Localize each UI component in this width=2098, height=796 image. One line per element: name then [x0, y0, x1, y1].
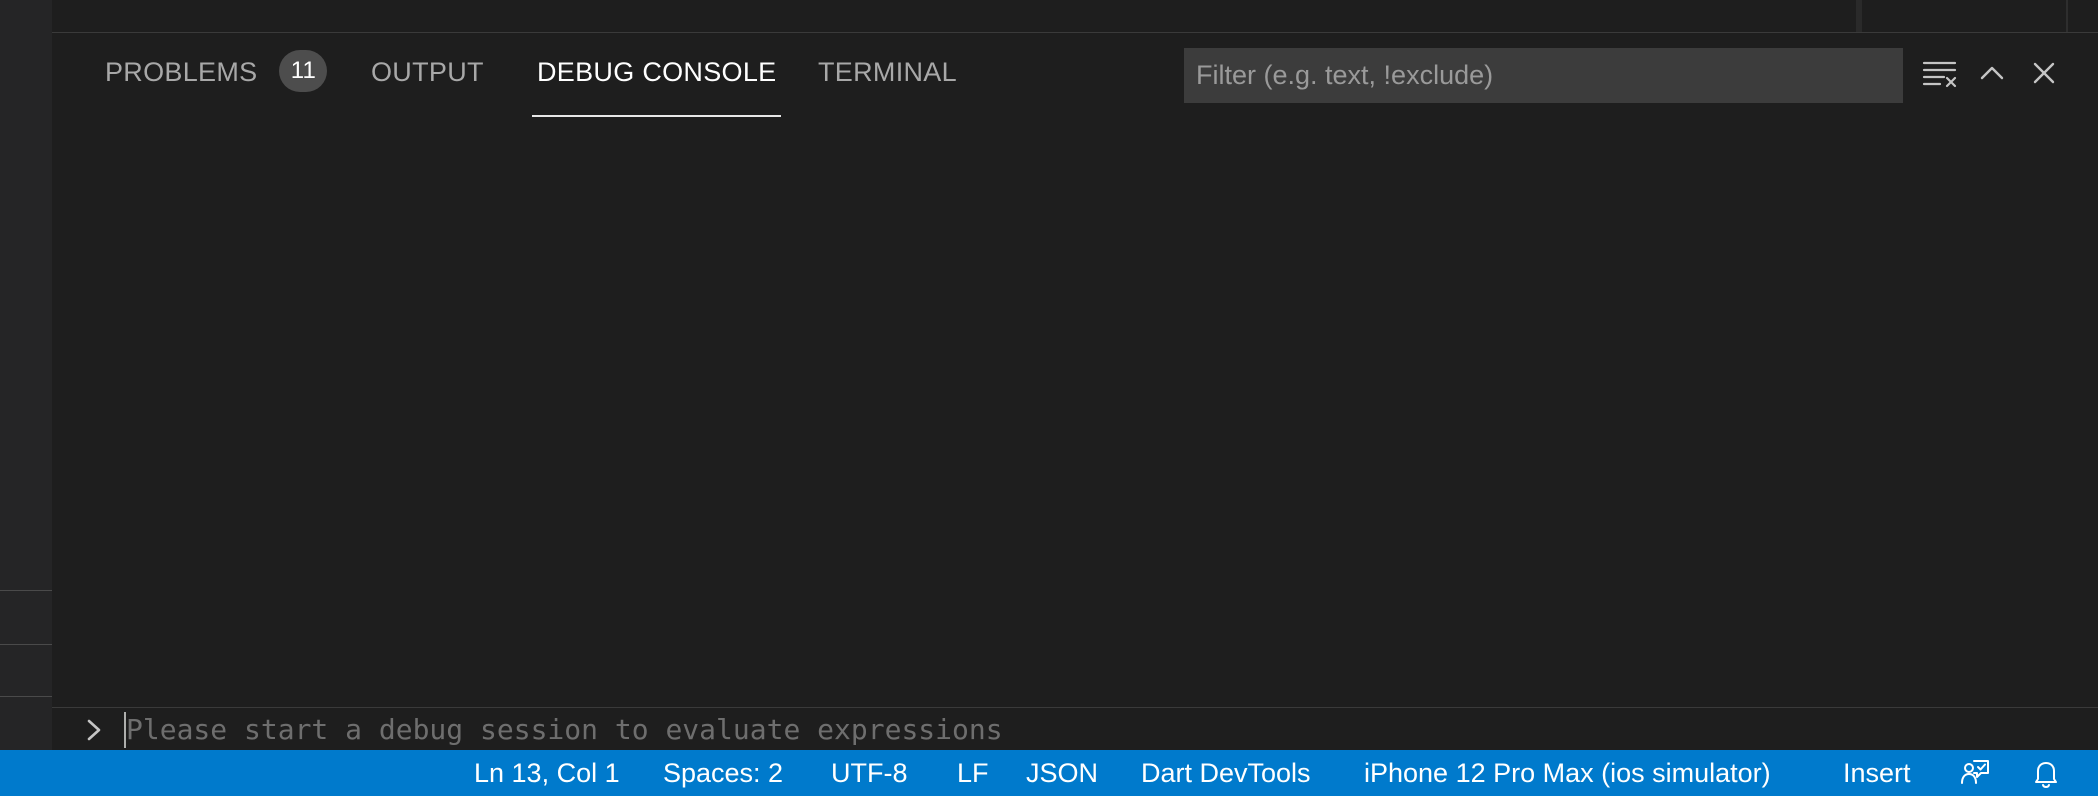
status-end-of-line[interactable]: LF: [957, 750, 989, 796]
panel-tabs: PROBLEMS 11 OUTPUT DEBUG CONSOLE TERMINAL: [52, 33, 1152, 117]
sidebar-divider: [0, 590, 52, 591]
status-cursor-position[interactable]: Ln 13, Col 1: [474, 750, 620, 796]
status-bar: Ln 13, Col 1 Spaces: 2 UTF-8 LF JSON Dar…: [0, 750, 2098, 796]
chevron-up-icon: [1980, 66, 2004, 80]
feedback-icon[interactable]: [1959, 757, 1991, 789]
sidebar-divider: [0, 696, 52, 697]
sidebar-strip: [0, 0, 53, 750]
filter-input[interactable]: [1184, 48, 1903, 103]
tab-label: PROBLEMS: [105, 57, 258, 87]
text-cursor: [124, 712, 126, 748]
editor-scrollbar[interactable]: [2066, 0, 2068, 32]
status-dart-devtools[interactable]: Dart DevTools: [1141, 750, 1311, 796]
chevron-right-icon: [87, 719, 101, 741]
status-insert-mode[interactable]: Insert: [1843, 750, 1911, 796]
status-language-mode[interactable]: JSON: [1026, 750, 1098, 796]
status-device[interactable]: iPhone 12 Pro Max (ios simulator): [1364, 750, 1771, 796]
vscode-window: PROBLEMS 11 OUTPUT DEBUG CONSOLE TERMINAL: [0, 0, 2098, 796]
problems-count-badge: 11: [279, 49, 328, 92]
tab-label: OUTPUT: [371, 57, 484, 87]
tab-output[interactable]: OUTPUT: [371, 33, 484, 117]
tab-debug-console[interactable]: DEBUG CONSOLE: [531, 33, 782, 117]
tab-label: TERMINAL: [818, 57, 957, 87]
expression-input[interactable]: [124, 708, 2026, 751]
debug-console-output[interactable]: [52, 117, 2098, 707]
tab-terminal[interactable]: TERMINAL: [818, 33, 957, 117]
notifications-bell-icon[interactable]: [2030, 757, 2062, 789]
debug-console-input-row: [52, 707, 2098, 751]
sidebar-divider: [0, 644, 52, 645]
clear-console-icon[interactable]: [1918, 51, 1962, 95]
editor-area[interactable]: [52, 0, 2098, 33]
close-panel-icon[interactable]: [2022, 51, 2066, 95]
tab-problems[interactable]: PROBLEMS 11: [105, 33, 328, 117]
status-indentation[interactable]: Spaces: 2: [663, 750, 783, 796]
minimap-edge: [1856, 0, 1862, 32]
close-icon: [2033, 62, 2055, 84]
clear-console-icon: [1922, 61, 1957, 88]
bottom-panel: PROBLEMS 11 OUTPUT DEBUG CONSOLE TERMINAL: [52, 33, 2098, 751]
tab-label: DEBUG CONSOLE: [537, 57, 777, 87]
status-encoding[interactable]: UTF-8: [831, 750, 908, 796]
maximize-panel-icon[interactable]: [1970, 51, 2014, 95]
